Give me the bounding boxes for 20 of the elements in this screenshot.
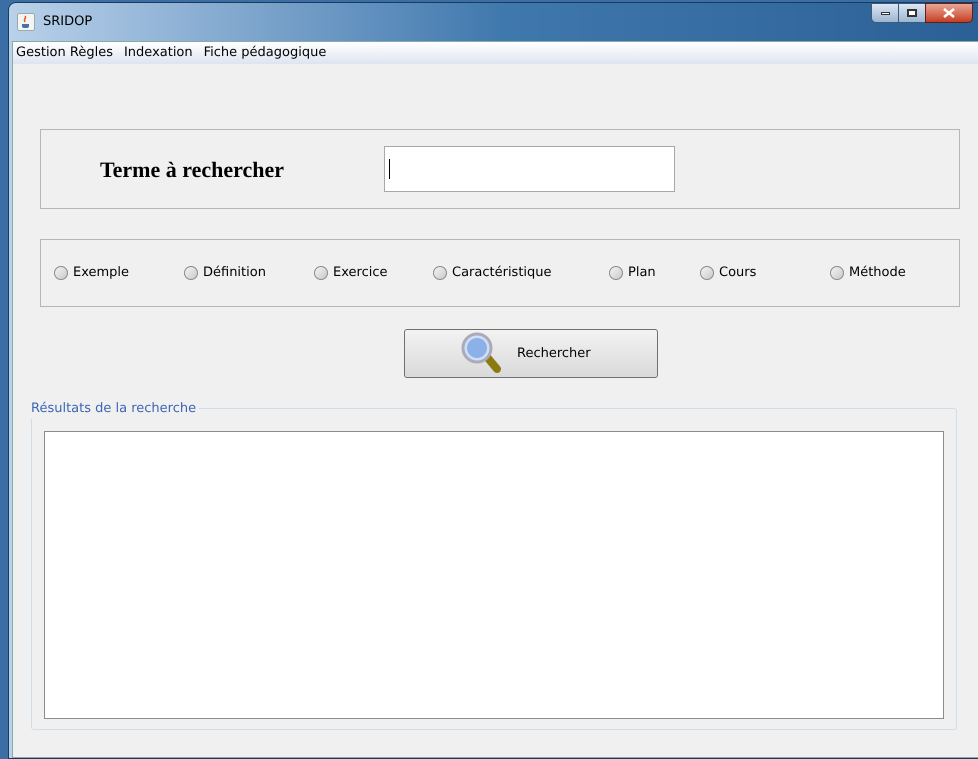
- coffee-cup-icon: [17, 13, 35, 31]
- menu-item[interactable]: Indexation: [122, 43, 195, 63]
- category-radio[interactable]: Caractéristique: [433, 263, 609, 283]
- close-icon: [943, 8, 955, 18]
- menu-item[interactable]: Fiche pédagogique: [202, 43, 328, 63]
- category-radio[interactable]: Méthode: [830, 263, 940, 283]
- category-radio[interactable]: Exercice: [314, 263, 433, 283]
- minimize-button[interactable]: [871, 3, 899, 23]
- search-button[interactable]: Rechercher: [404, 329, 658, 378]
- maximize-button[interactable]: [899, 3, 925, 23]
- results-title: Résultats de la recherche: [31, 399, 200, 418]
- category-radio[interactable]: Exemple: [54, 263, 184, 283]
- menu-item[interactable]: Gestion Règles: [14, 43, 115, 63]
- window-title: SRIDOP: [43, 13, 92, 32]
- category-radio[interactable]: Plan: [609, 263, 700, 283]
- category-radio[interactable]: Définition: [184, 263, 314, 283]
- category-radio[interactable]: Cours: [700, 263, 830, 283]
- search-label: Terme à rechercher: [100, 156, 286, 184]
- close-button[interactable]: [925, 3, 973, 23]
- search-field[interactable]: [384, 146, 675, 192]
